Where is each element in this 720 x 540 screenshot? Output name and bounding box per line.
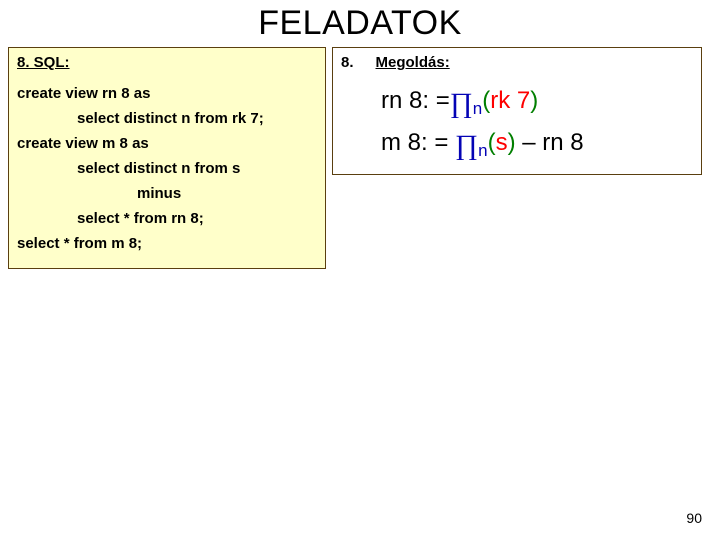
slide-title: FELADATOK: [0, 4, 720, 43]
formula-1: rn 8: =∏n(rk 7): [381, 79, 693, 121]
sql-line-5: minus: [137, 183, 317, 204]
sql-panel: 8. SQL: create view rn 8 as select disti…: [8, 47, 326, 269]
sql-line-3: create view m 8 as: [17, 133, 317, 154]
f2-lparen: (: [488, 129, 496, 156]
f2-lhs: m 8: =: [381, 129, 455, 156]
panels-row: 8. SQL: create view rn 8 as select disti…: [0, 47, 720, 269]
pi-icon: ∏: [455, 130, 478, 161]
solution-panel: 8. Megoldás: rn 8: =∏n(rk 7) m 8: = ∏n(s…: [332, 47, 702, 175]
f2-subscript: n: [478, 141, 487, 160]
pi-icon: ∏: [450, 88, 473, 119]
slide-number: 90: [686, 510, 702, 526]
f2-arg: s: [496, 129, 508, 156]
f2-rparen: ): [508, 129, 516, 156]
f1-arg: rk 7: [490, 87, 530, 114]
sql-line-6: select * from rn 8;: [77, 208, 317, 229]
sql-line-2: select distinct n from rk 7;: [77, 108, 317, 129]
sql-line-7: select * from m 8;: [17, 233, 317, 254]
sql-line-4: select distinct n from s: [77, 158, 317, 179]
f1-rparen: ): [530, 87, 538, 114]
sql-header: 8. SQL:: [17, 54, 317, 71]
f1-lhs: rn 8: =: [381, 87, 450, 114]
solution-header-row: 8. Megoldás:: [341, 54, 693, 71]
sql-line-1: create view rn 8 as: [17, 83, 317, 104]
solution-header: Megoldás:: [376, 54, 450, 71]
f1-subscript: n: [473, 99, 482, 118]
formula-2: m 8: = ∏n(s) – rn 8: [381, 121, 693, 163]
solution-number: 8.: [341, 54, 354, 71]
f2-tail: – rn 8: [516, 129, 584, 156]
